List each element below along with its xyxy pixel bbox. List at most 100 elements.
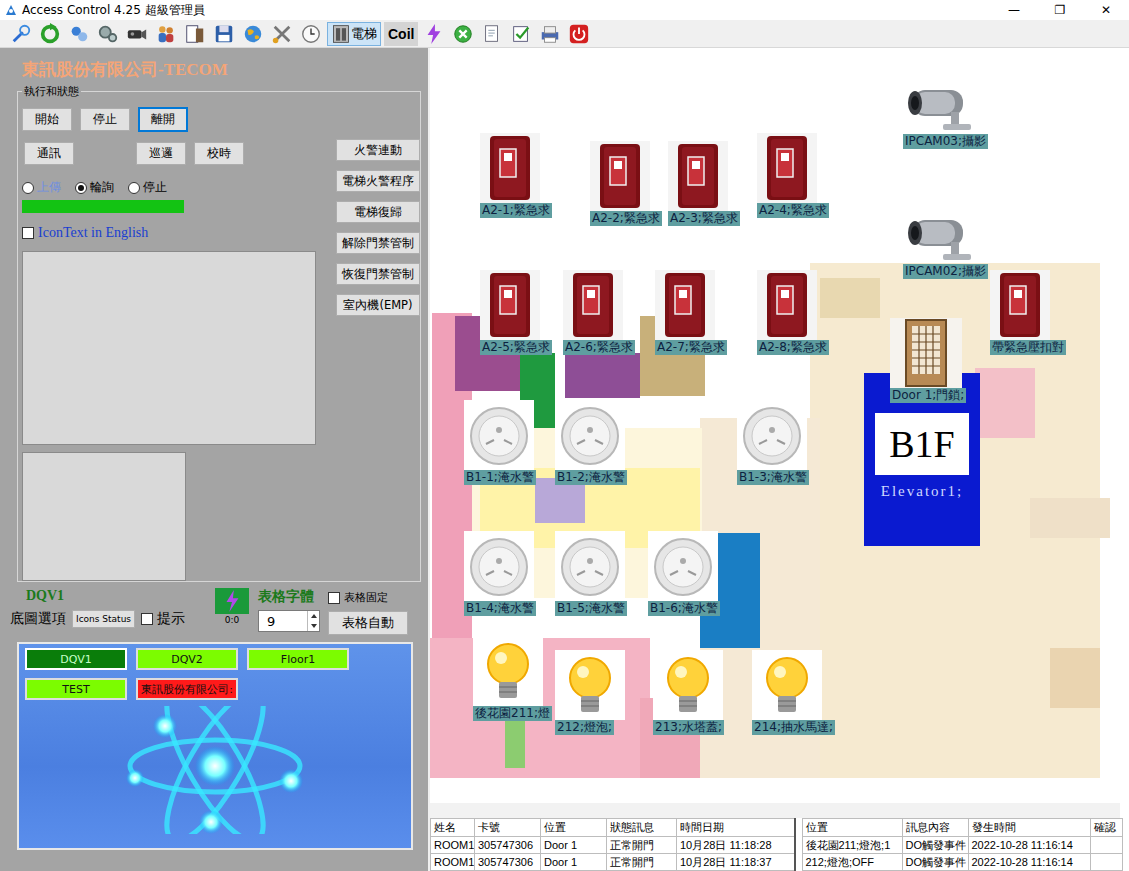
toolbar-button[interactable] [450,21,476,47]
emergency-device[interactable]: A2-3;緊急求 [668,141,740,226]
toolbar-button[interactable] [153,21,179,47]
toolbar-button[interactable] [269,21,295,47]
checkbox[interactable] [141,613,153,625]
hint-toggle[interactable]: 提示 [141,610,185,628]
toolbar-button[interactable] [537,21,563,47]
bulb-device[interactable]: 212;燈泡; [555,650,625,735]
font-size-value[interactable]: 9 [267,614,275,629]
side-button[interactable]: 恢復門禁管制 [336,263,420,285]
table-row[interactable]: 212;燈泡;OFFDO觸發事件2022-10-28 11:16:14 [802,854,1122,871]
bulb-device[interactable]: 214;抽水馬達; [752,650,835,735]
table-row[interactable]: ROOM1305747306Door 1正常開門10月28日 11:18:28 [431,837,795,854]
table-row[interactable]: ROOM1305747306Door 1正常開門10月28日 11:18:37 [431,854,795,871]
emergency-button-icon [655,270,715,340]
water-device[interactable]: B1-6;淹水警 [648,531,720,616]
column-header[interactable]: 姓名 [431,819,475,837]
camera-device[interactable]: IPCAM02;攝影 [903,206,988,279]
lightning-icon [423,23,445,45]
map-button[interactable]: DQV1 [25,648,127,670]
map-button[interactable]: DQV2 [136,648,238,670]
action-button[interactable]: 離開 [138,107,188,132]
alarm-table[interactable]: 位置訊息內容發生時間確認後花園211;燈泡;1DO觸發事件2022-10-28 … [802,818,1123,871]
event-table[interactable]: 姓名卡號位置狀態訊息時間日期ROOM1305747306Door 1正常開門10… [430,818,796,871]
toolbar-button[interactable] [124,21,150,47]
toolbar-button[interactable] [508,21,534,47]
emergency-device[interactable]: A2-6;緊急求 [563,270,635,355]
emergency-device[interactable]: A2-2;緊急求 [590,141,662,226]
column-header[interactable]: 卡號 [475,819,541,837]
floor-map[interactable]: B1FElevator1;A2-1;緊急求A2-2;緊急求A2-3;緊急求A2-… [430,48,1129,818]
table-fixed-toggle[interactable]: 表格固定 [328,590,408,605]
radio-option[interactable]: 停止 [128,179,167,196]
water-device[interactable]: B1-3;淹水警 [737,400,809,485]
camera-device[interactable]: IPCAM03;攝影 [903,76,988,149]
side-button[interactable]: 電梯火警程序 [336,170,420,192]
column-header[interactable]: 狀態訊息 [607,819,677,837]
table-row[interactable]: 後花園211;燈泡;1DO觸發事件2022-10-28 11:16:14 [802,837,1122,854]
column-header[interactable]: 確認 [1090,819,1122,837]
emergency-device[interactable]: A2-7;緊急求 [655,270,727,355]
column-header[interactable]: 訊息內容 [902,819,968,837]
message-list[interactable] [22,251,316,445]
toolbar-button[interactable] [566,21,592,47]
toolbar-button[interactable] [8,21,34,47]
checkbox[interactable] [22,227,34,239]
radio-option[interactable]: 輪詢 [75,179,114,196]
action-button[interactable]: 開始 [22,108,72,131]
column-header[interactable]: 位置 [802,819,902,837]
radio-button[interactable] [128,182,140,194]
spinner-arrows[interactable] [307,611,319,631]
table-cell: 212;燈泡;OFF [802,854,902,871]
save-icon [213,23,235,45]
toolbar-button[interactable] [37,21,63,47]
users-icon [68,23,90,45]
icons-status-button[interactable]: Icons Status [72,610,135,628]
emergency-device[interactable]: A2-5;緊急求 [480,270,552,355]
table-auto-button[interactable]: 表格自動 [328,611,408,635]
action-button[interactable]: 通訊 [24,142,74,165]
map-button[interactable]: 東訊股份有限公司: [136,678,238,700]
radio-button[interactable] [22,182,34,194]
door-device[interactable]: Door 1;門鎖; [890,318,966,403]
column-header[interactable]: 發生時間 [968,819,1090,837]
bulb-device[interactable]: 後花園211;燈 [473,636,552,721]
column-header[interactable]: 時間日期 [677,819,795,837]
water-device[interactable]: B1-4;淹水警 [464,531,536,616]
toolbar-button[interactable] [95,21,121,47]
side-button[interactable]: 室內機(EMP) [336,294,420,316]
minimize-button[interactable]: — [991,3,1037,17]
toolbar-button[interactable] [211,21,237,47]
toolbar-button[interactable] [66,21,92,47]
emergency-device[interactable]: A2-1;緊急求 [480,133,552,218]
radio-button[interactable] [75,182,87,194]
close-button[interactable]: ✕ [1083,3,1129,17]
font-size-spinner[interactable]: 9 [258,610,320,632]
column-header[interactable]: 位置 [541,819,607,837]
maximize-button[interactable]: ❐ [1037,3,1083,17]
toolbar-button[interactable] [298,21,324,47]
water-device[interactable]: B1-1;淹水警 [464,400,536,485]
emergency-device[interactable]: A2-8;緊急求 [757,270,829,355]
radio-option[interactable]: 上傳 [22,179,61,196]
side-button[interactable]: 解除門禁管制 [336,232,420,254]
toolbar-button[interactable] [240,21,266,47]
toolbar-button[interactable] [421,21,447,47]
elevator-button[interactable]: 電梯 [327,22,381,46]
checkbox[interactable] [328,592,340,604]
action-button[interactable]: 校時 [194,142,244,165]
water-device[interactable]: B1-2;淹水警 [555,400,627,485]
coil-button[interactable]: Coil [384,22,418,46]
toolbar-button[interactable] [182,21,208,47]
map-button[interactable]: TEST [25,678,127,700]
english-toggle[interactable]: IconText in English [22,225,320,241]
action-button[interactable]: 巡邏 [136,142,186,165]
toolbar-button[interactable] [479,21,505,47]
water-device[interactable]: B1-5;淹水警 [555,531,627,616]
map-button[interactable]: Floor1 [247,648,349,670]
action-button[interactable]: 停止 [80,108,130,131]
emergency-device[interactable]: A2-4;緊急求 [757,133,829,218]
side-button[interactable]: 火警連動 [336,139,420,161]
emergency-device[interactable]: 帶緊急壓扣對 [990,270,1066,355]
bulb-device[interactable]: 213;水塔蓋; [653,650,724,735]
side-button[interactable]: 電梯復歸 [336,201,420,223]
